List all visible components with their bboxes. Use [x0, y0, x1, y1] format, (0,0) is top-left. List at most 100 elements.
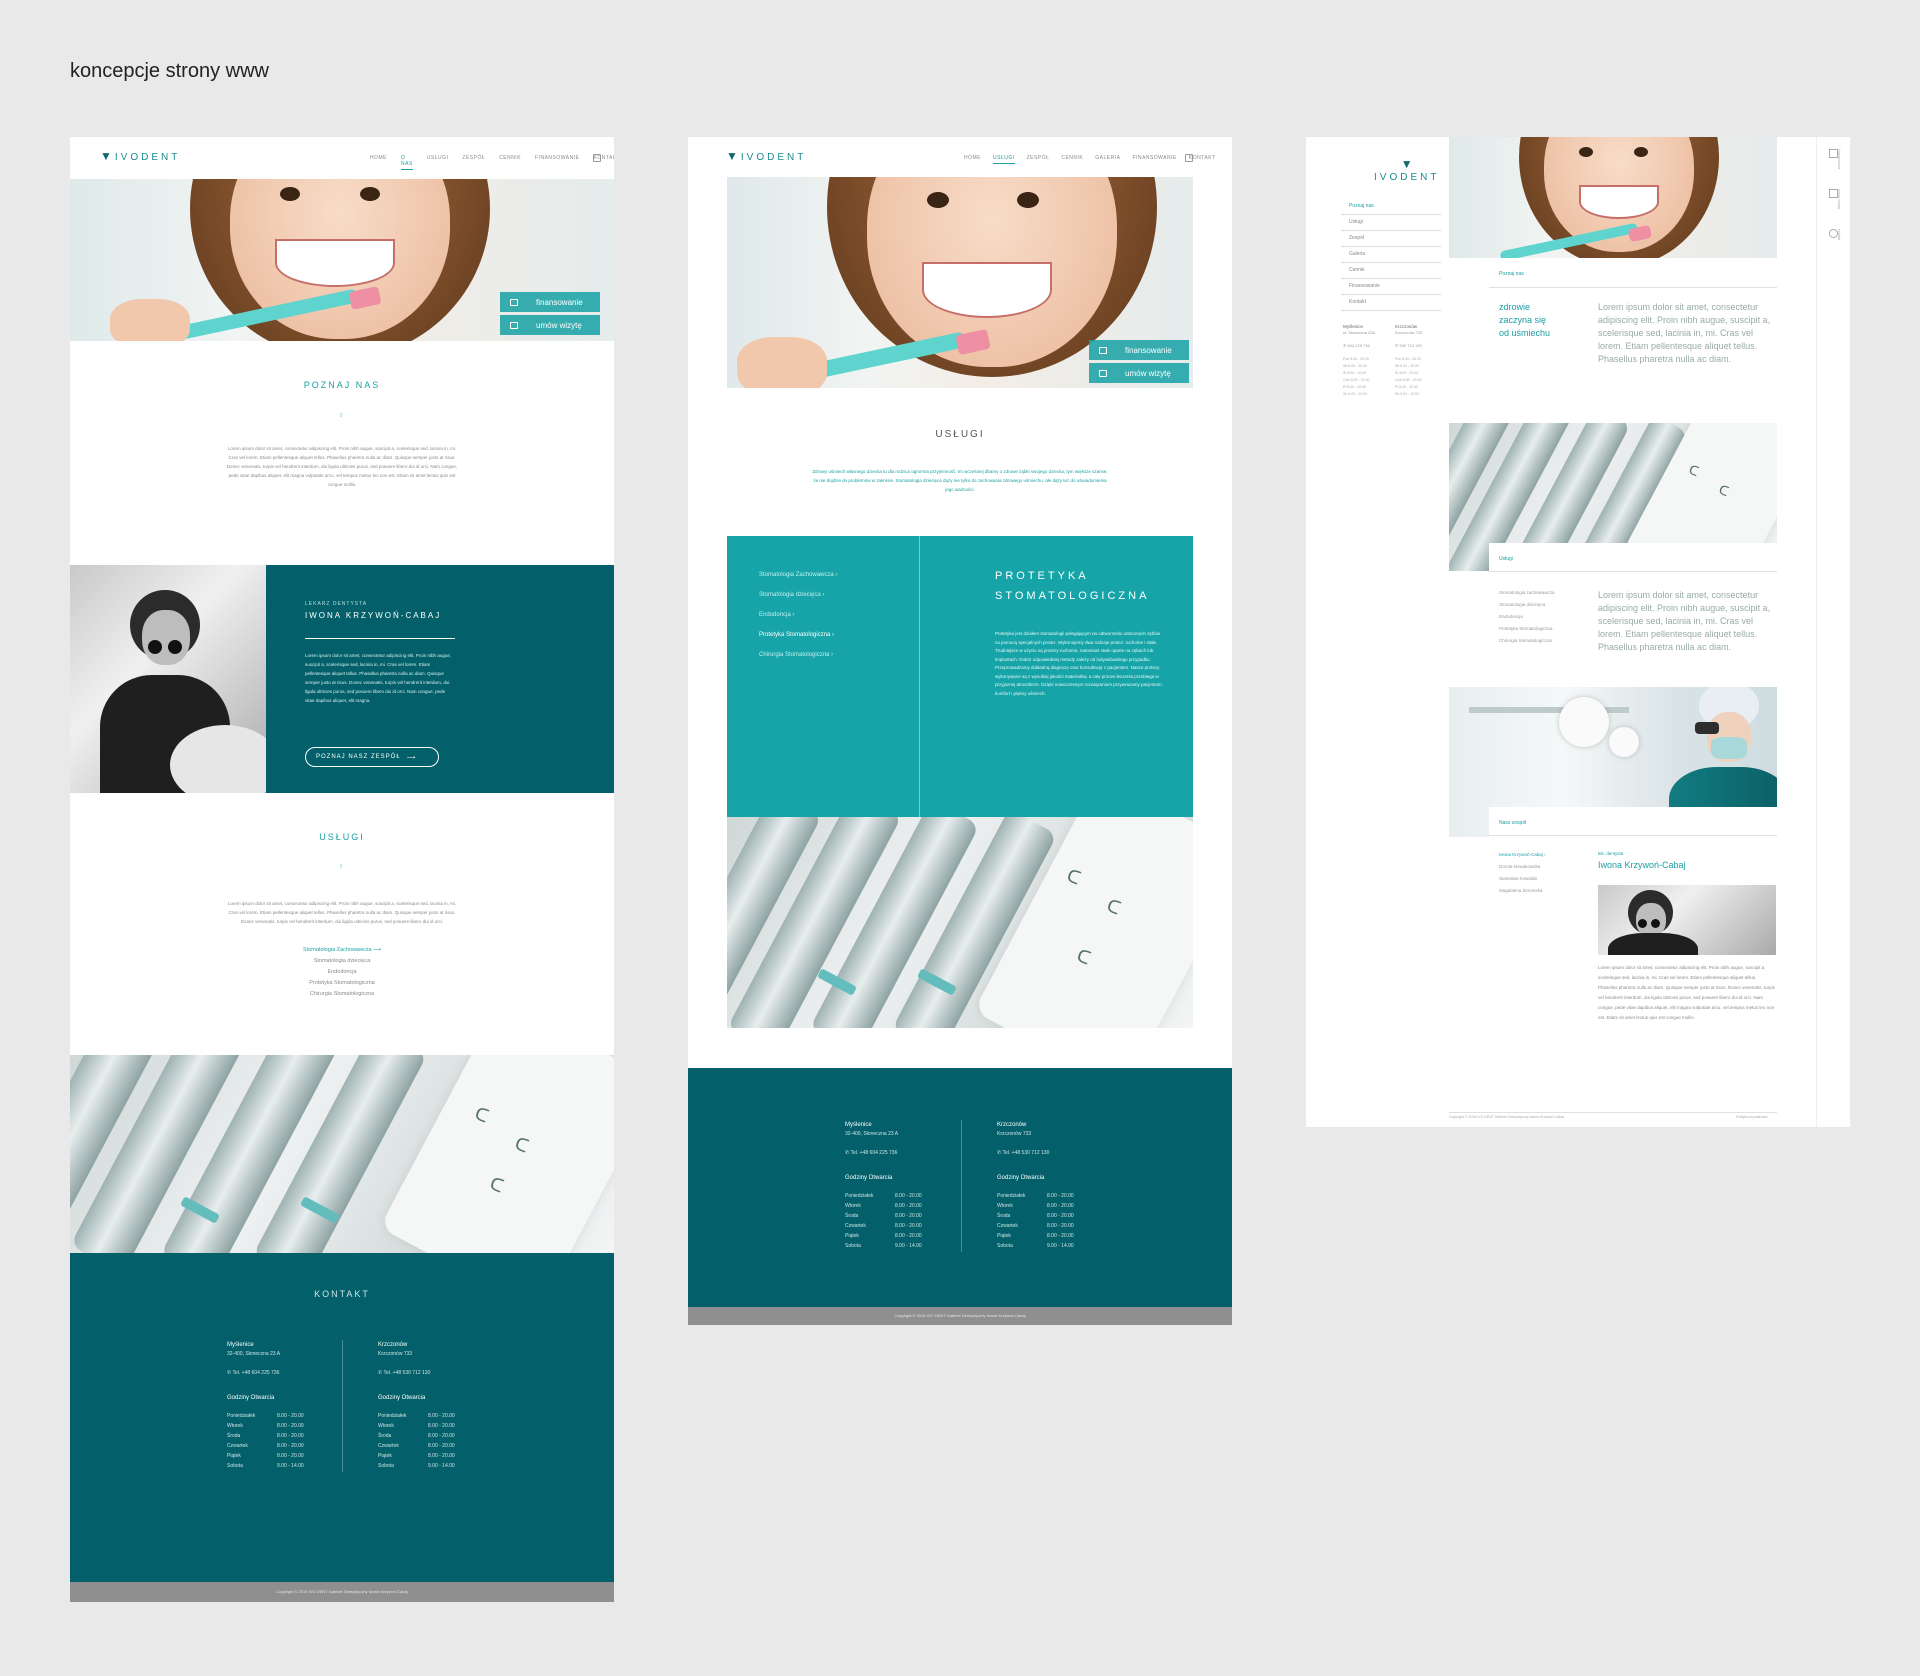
location-phone[interactable]: ✆ Tel. +48 530 712 130 [378, 1370, 430, 1376]
location-city: Krzczonów [1395, 324, 1418, 329]
service-item[interactable]: Stomatologia dziecięca [70, 956, 614, 967]
service-item[interactable]: Chirurgia Stomatologiczna › [759, 645, 837, 665]
financing-button[interactable]: finansowanie [1089, 340, 1189, 360]
financing-icon [1099, 346, 1107, 354]
nav-item-home[interactable]: Home [370, 155, 387, 170]
side-label[interactable]: kontakt [1837, 229, 1841, 240]
service-item[interactable]: Chirurgia Stomatologiczna [70, 989, 614, 1000]
location-phone[interactable]: ✆ Tel. +48 604 225 736 [845, 1150, 897, 1156]
service-item-active[interactable]: Protetyka Stomatologiczna › [759, 625, 837, 645]
dental-tools-photo: ᑕ ᑕ ᑕ [727, 817, 1193, 1028]
nav-item-about[interactable]: O nas [401, 155, 413, 170]
mockup-services-page: ▼ IVODENT Home Usługi Zespół Cennik Galer… [688, 137, 1232, 1325]
side-label[interactable]: finansowanie [1837, 149, 1841, 169]
divider [1489, 835, 1777, 836]
location-phone[interactable]: ✆ 530 712 130 [1395, 343, 1422, 348]
caption-bar [1489, 543, 1777, 573]
service-item[interactable]: Endodoncja [1499, 611, 1555, 623]
service-item[interactable]: Endodoncja › [759, 605, 837, 625]
service-item[interactable]: Endodoncja [70, 967, 614, 978]
logo[interactable]: ▼ IVODENT [726, 149, 806, 163]
services-list: Stomatologia zachowawcza Stomatologia dz… [1499, 587, 1555, 647]
phone-icon: ✆ [997, 1150, 1002, 1156]
service-item[interactable]: Stomatologia Zachowawcza › [759, 565, 837, 585]
services-text: Lorem ipsum dolor sit amet, consectetur … [227, 901, 457, 924]
menu-item-team[interactable]: Zespół [1341, 231, 1441, 247]
footer: Copyright © 2016 IVO DENT Gabinet Dentys… [70, 1582, 614, 1602]
menu-item-about[interactable]: Poznaj nas [1341, 199, 1441, 215]
divider [1489, 287, 1777, 288]
nav-item-financing[interactable]: Finansowanie [1132, 155, 1176, 164]
divider [919, 536, 920, 817]
location-phone[interactable]: ✆ Tel. +48 604 225 736 [227, 1370, 279, 1376]
nav-item-services[interactable]: Usługi [427, 155, 449, 170]
privacy-link[interactable]: Polityka prywatności [1736, 1115, 1768, 1119]
team-list: Iwona Krzywoń-Cabaj › Dorota Nowakowska … [1499, 849, 1546, 897]
menu-item-services[interactable]: Usługi [1341, 215, 1441, 231]
nav-item-team[interactable]: Zespół [1027, 155, 1050, 164]
services-title: USŁUGI [319, 832, 365, 842]
service-item[interactable]: Stomatologia dziecięca › [759, 585, 837, 605]
phone-icon: ✆ [378, 1370, 383, 1376]
side-menu: Poznaj nas Usługi Zespół Galeria Cennik … [1341, 199, 1441, 311]
logo[interactable]: ▼ IVODENT [1374, 157, 1439, 185]
phone-icon: ✆ [845, 1150, 850, 1156]
logo[interactable]: ▼ IVODENT [100, 149, 180, 163]
panel-text: Protetyka jest działem stomatologii pole… [995, 631, 1162, 696]
tooth-logo-icon: ▼ [100, 149, 112, 163]
location-address: ul. Słoneczna 23A [1343, 330, 1376, 335]
member-name: Iwona Krzywoń-Cabaj [1598, 860, 1686, 870]
menu-item-gallery[interactable]: Galeria [1341, 247, 1441, 263]
hours-table: Pon 8.00 - 20.00 Wt 8.00 - 20.00 Śr 8.00… [1395, 357, 1422, 396]
nav-item-home[interactable]: Home [964, 155, 981, 164]
services-intro: Zdrowy uśmiech własnego dziecka to dla r… [812, 469, 1108, 492]
calendar-icon [1099, 369, 1107, 377]
phone-icon: ✆ [1395, 343, 1399, 348]
location-phone[interactable]: ✆ 604 225 736 [1343, 343, 1370, 348]
location-city: Myślenice [845, 1122, 872, 1128]
services-list: Stomatologia Zachowawcza ⟶ Stomatologia … [70, 945, 614, 1000]
calendar-icon [510, 321, 518, 329]
team-item-active[interactable]: Iwona Krzywoń-Cabaj › [1499, 849, 1546, 861]
divider [1489, 571, 1777, 572]
service-item[interactable]: Stomatologia zachowawcza [1499, 587, 1555, 599]
side-label[interactable]: umów wizytę [1837, 189, 1841, 209]
team-item[interactable]: Dorota Nowakowska [1499, 861, 1546, 873]
location-address: Krzczonów 733 [1395, 330, 1423, 335]
divider [305, 638, 455, 639]
service-item[interactable]: Chirurgia Stomatologiczna [1499, 635, 1555, 647]
menu-item-contact[interactable]: Kontakt [1341, 295, 1441, 311]
nav-item-pricing[interactable]: Cennik [1061, 155, 1083, 164]
service-item[interactable]: Protetyka Stomatologiczna [70, 978, 614, 989]
phone-icon: ✆ [1343, 343, 1347, 348]
nav-item-team[interactable]: Zespół [462, 155, 485, 170]
hero-photo [1449, 137, 1777, 258]
menu-item-financing[interactable]: Finansowanie [1341, 279, 1441, 295]
service-item[interactable]: Protetyka Stomatologiczna [1499, 623, 1555, 635]
nav-item-pricing[interactable]: Cennik [499, 155, 521, 170]
menu-item-pricing[interactable]: Cennik [1341, 263, 1441, 279]
services-list: Stomatologia Zachowawcza › Stomatologia … [759, 565, 837, 665]
team-item[interactable]: Magdalena Żeromska [1499, 885, 1546, 897]
location-phone[interactable]: ✆ Tel. +48 530 712 130 [997, 1150, 1049, 1156]
tooth-icon: ♁ [338, 861, 344, 870]
service-item[interactable]: Stomatologia dziecięca [1499, 599, 1555, 611]
nav-item-financing[interactable]: Finansowanie [535, 155, 579, 170]
book-visit-button[interactable]: umów wizytę [500, 315, 600, 335]
about-title: POZNAJ NAS [303, 380, 381, 390]
nav-item-gallery[interactable]: Galeria [1095, 155, 1120, 164]
nav-item-services[interactable]: Usługi [993, 155, 1015, 164]
calendar-icon[interactable] [593, 154, 601, 162]
hours-table: Poniedziałek 8.00 - 20.00 Wtorek 8.00 - 20… [997, 1193, 1074, 1249]
team-item[interactable]: Stanisław Kowalski [1499, 873, 1546, 885]
financing-button[interactable]: finansowanie [500, 292, 600, 312]
mockup-homepage: ▼ IVODENT Home O nas Usługi Zespół Cennik… [70, 137, 614, 1602]
service-item[interactable]: Stomatologia Zachowawcza ⟶ [70, 945, 614, 956]
mockup-sidebar-layout: ▼ IVODENT Poznaj nas Usługi Zespół Galeri… [1306, 137, 1850, 1127]
team-button[interactable]: POZNAJ NASZ ZESPÓŁ ⟶ [305, 747, 439, 767]
location-address: 32-400, Słoneczna 23 A [845, 1131, 899, 1137]
tooth-logo-icon: ▼ [1400, 157, 1413, 171]
calendar-icon[interactable] [1185, 154, 1193, 162]
book-visit-button[interactable]: umów wizytę [1089, 363, 1189, 383]
member-text: Lorem ipsum dolor sit amet, consectetur … [1598, 965, 1775, 1020]
